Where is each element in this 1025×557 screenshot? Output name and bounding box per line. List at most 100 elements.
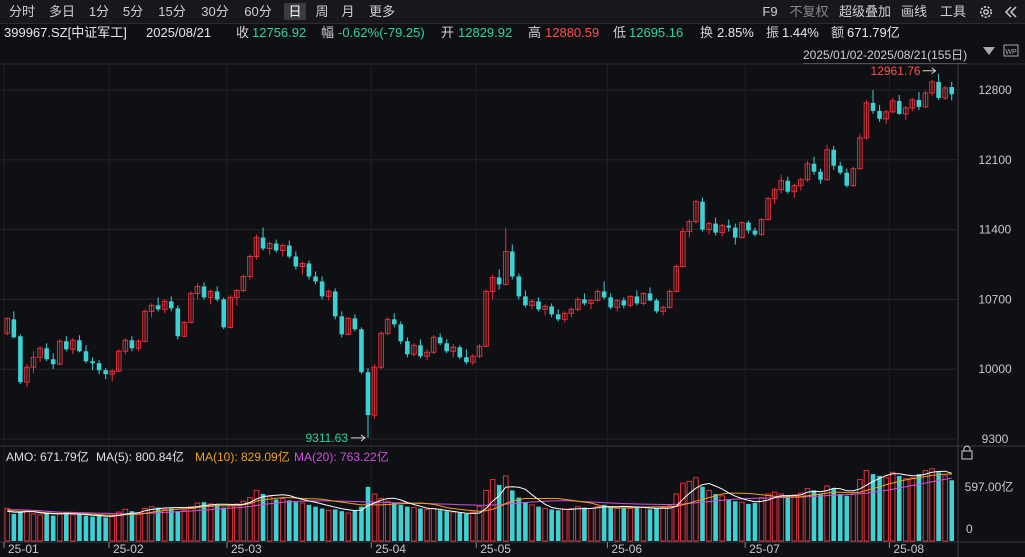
volume-bar <box>686 480 693 542</box>
volume-bar <box>450 511 457 542</box>
month-label: 25-01 <box>8 542 39 556</box>
volume-bar <box>4 507 11 542</box>
volume-bar <box>306 504 312 541</box>
volume-bar <box>850 493 857 542</box>
candle <box>713 217 718 236</box>
candle-body <box>444 343 450 352</box>
candle <box>752 227 758 237</box>
volume-bar <box>877 475 882 541</box>
volume-bar <box>746 503 751 541</box>
candle <box>142 309 148 343</box>
candle <box>352 314 358 332</box>
candle <box>168 296 174 312</box>
candle <box>359 327 364 375</box>
candle <box>582 293 587 306</box>
candle <box>424 349 430 361</box>
candle-body <box>103 370 108 375</box>
candle-body <box>647 293 653 301</box>
volume-bar <box>949 480 955 541</box>
candle-body <box>332 291 338 317</box>
candle <box>122 338 129 355</box>
volume-bar <box>109 516 116 542</box>
candle-body <box>496 277 502 285</box>
volume-bar <box>135 512 142 542</box>
month-label: 25-04 <box>375 542 406 556</box>
candle <box>818 168 823 184</box>
volume-bar <box>424 508 430 542</box>
volume-bar <box>542 507 548 542</box>
volume-bar <box>391 503 397 541</box>
volume-bar <box>502 475 509 542</box>
candle <box>575 297 581 312</box>
candle-body <box>11 319 17 338</box>
volume-bar <box>523 502 528 541</box>
volume-bar <box>90 516 95 541</box>
volume-bar <box>719 495 725 542</box>
candle-body <box>457 347 463 358</box>
candle-body <box>831 149 836 166</box>
candle-body <box>287 245 292 257</box>
volume-bar <box>785 495 791 541</box>
volume-bar <box>765 493 771 542</box>
candle-body <box>726 225 732 228</box>
candle <box>516 273 522 300</box>
wp-icon-text: WP <box>1005 49 1017 56</box>
candle <box>129 336 135 352</box>
candle-body <box>313 276 318 282</box>
volume-bar <box>18 512 23 541</box>
candle <box>207 289 214 305</box>
candle <box>24 364 30 388</box>
candle-body <box>464 357 469 363</box>
ma5-legend: MA(5): 800.84亿 <box>96 449 184 464</box>
month-label: 25-08 <box>893 542 924 556</box>
candle <box>778 174 784 194</box>
volume-bar <box>594 506 601 542</box>
volume-bar <box>942 475 948 542</box>
candle <box>30 351 37 374</box>
candle <box>608 293 613 310</box>
candle-body <box>293 256 299 267</box>
candle-body <box>18 336 23 383</box>
candle <box>411 343 417 357</box>
candle <box>365 368 371 438</box>
candle <box>444 339 450 354</box>
candle <box>260 227 266 251</box>
candle <box>253 234 260 260</box>
candle <box>831 145 836 170</box>
ma10-legend: MA(10): 829.09亿 <box>195 449 290 464</box>
candle-body <box>306 263 312 277</box>
candle <box>601 281 607 300</box>
candle-body <box>365 372 371 416</box>
price-tick-label: 10000 <box>978 362 1012 376</box>
candle <box>568 307 575 318</box>
volume-bar <box>464 513 469 541</box>
candle <box>771 187 778 204</box>
candle <box>555 309 561 322</box>
candle-body <box>700 201 705 230</box>
candle <box>37 346 43 363</box>
candle <box>732 223 738 245</box>
volume-bar <box>44 512 49 541</box>
volume-bar <box>647 509 653 541</box>
candle-body <box>549 306 554 315</box>
volume-bar <box>201 502 207 541</box>
volume-bar <box>332 509 338 541</box>
volume-bar <box>771 491 778 542</box>
candle-body <box>437 337 443 344</box>
candle <box>647 287 653 302</box>
volume-bar <box>50 515 56 541</box>
volume-bar <box>529 504 535 542</box>
volume-bar <box>561 508 568 542</box>
candle <box>266 241 273 255</box>
kline-chart[interactable]: 9300 10000 10700 11400 12100 12800 597.00亿 0 25-… <box>0 0 1025 557</box>
candle <box>785 176 791 194</box>
volume-bar <box>844 495 850 541</box>
volume-bar <box>24 509 30 542</box>
price-tick-label: 9300 <box>982 432 1009 446</box>
volume-bar <box>30 513 37 542</box>
candle <box>837 161 843 175</box>
candle-body <box>96 363 102 371</box>
candle <box>214 286 220 302</box>
price-tick-label: 12100 <box>978 153 1012 167</box>
candle <box>18 334 23 385</box>
